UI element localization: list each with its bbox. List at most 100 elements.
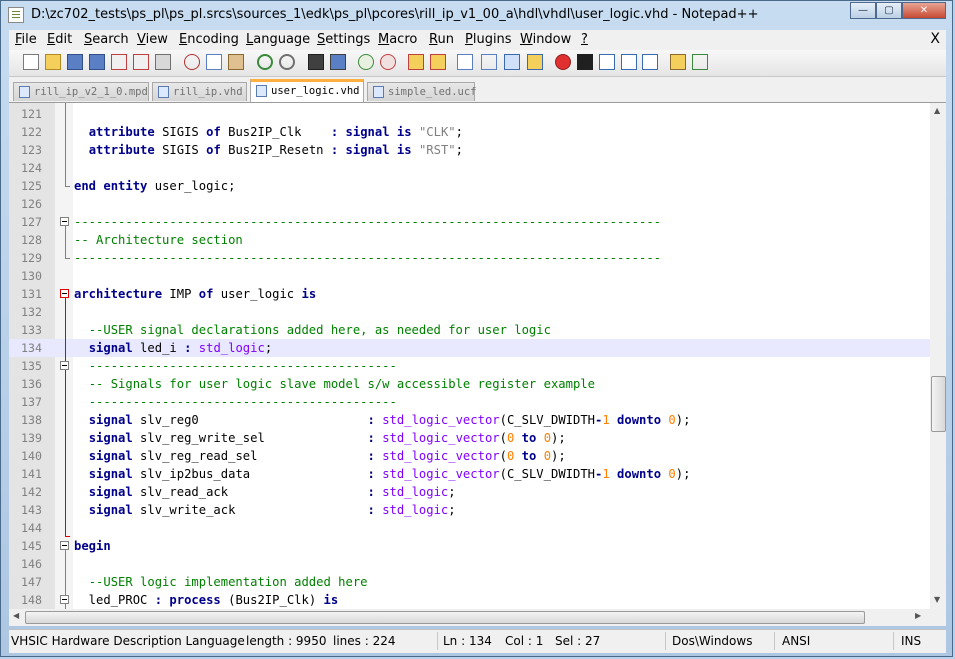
- menu-encoding[interactable]: Encoding: [179, 32, 239, 47]
- code-text[interactable]: -- Architecture section: [74, 231, 243, 249]
- code-line[interactable]: 141 signal slv_ip2bus_data : std_logic_v…: [9, 465, 930, 483]
- open-file-icon[interactable]: [45, 54, 61, 70]
- fold-toggle-icon[interactable]: [60, 217, 69, 226]
- sync-v-icon[interactable]: [408, 54, 424, 70]
- code-text[interactable]: -- Signals for user logic slave model s/…: [74, 375, 595, 393]
- code-line[interactable]: 146: [9, 555, 930, 573]
- code-line[interactable]: 145 begin: [9, 537, 930, 555]
- code-text[interactable]: led_PROC : process (Bus2IP_Clk) is: [74, 591, 339, 609]
- code-text[interactable]: ----------------------------------------…: [74, 393, 397, 411]
- sync-h-icon[interactable]: [430, 54, 446, 70]
- tab-rill-ip-mpd[interactable]: rill_ip_v2_1_0.mpd: [13, 82, 149, 101]
- word-wrap-icon[interactable]: [457, 54, 473, 70]
- fold-toggle-icon[interactable]: [60, 541, 69, 550]
- zoom-out-icon[interactable]: [380, 54, 396, 70]
- run-macro-multiple-icon[interactable]: [621, 54, 637, 70]
- code-line[interactable]: 136 -- Signals for user logic slave mode…: [9, 375, 930, 393]
- code-text[interactable]: --USER signal declarations added here, a…: [74, 321, 551, 339]
- fold-toggle-icon[interactable]: [60, 595, 69, 604]
- tab-user-logic-vhd[interactable]: user_logic.vhd: [250, 79, 364, 102]
- menu-language[interactable]: Language: [246, 32, 310, 47]
- print-icon[interactable]: [155, 54, 171, 70]
- status-insert-mode[interactable]: INS: [901, 634, 921, 648]
- save-icon[interactable]: [67, 54, 83, 70]
- close-all-icon[interactable]: [133, 54, 149, 70]
- code-text[interactable]: ----------------------------------------…: [74, 357, 397, 375]
- fold-toggle-icon[interactable]: [60, 289, 69, 298]
- code-line[interactable]: 127 -------------------------------------…: [9, 213, 930, 231]
- code-line[interactable]: 137 ------------------------------------…: [9, 393, 930, 411]
- code-text[interactable]: attribute SIGIS of Bus2IP_Resetn : signa…: [74, 141, 463, 159]
- indent-guide-icon[interactable]: [504, 54, 520, 70]
- code-text[interactable]: signal slv_reg_read_sel : std_logic_vect…: [74, 447, 566, 465]
- paste-icon[interactable]: [228, 54, 244, 70]
- code-text[interactable]: signal slv_reg0 : std_logic_vector(C_SLV…: [74, 411, 691, 429]
- close-icon[interactable]: [111, 54, 127, 70]
- scroll-down-arrow-icon[interactable]: ▼: [934, 595, 940, 604]
- user-lang-icon[interactable]: [527, 54, 543, 70]
- save-all-icon[interactable]: [89, 54, 105, 70]
- code-editor[interactable]: 121 122 attribute SIGIS of Bus2IP_Clk : s…: [9, 103, 930, 609]
- code-line[interactable]: 148 led_PROC : process (Bus2IP_Clk) is: [9, 591, 930, 609]
- cut-icon[interactable]: [184, 54, 200, 70]
- code-line[interactable]: 143 signal slv_write_ack : std_logic;: [9, 501, 930, 519]
- vertical-scrollbar[interactable]: ▲ ▼: [930, 103, 946, 609]
- zoom-in-icon[interactable]: [358, 54, 374, 70]
- code-line[interactable]: 123 attribute SIGIS of Bus2IP_Resetn : s…: [9, 141, 930, 159]
- code-line[interactable]: 142 signal slv_read_ack : std_logic;: [9, 483, 930, 501]
- code-line[interactable]: 147 --USER logic implementation added he…: [9, 573, 930, 591]
- code-text[interactable]: ----------------------------------------…: [74, 213, 661, 231]
- menu-edit[interactable]: Edit: [47, 32, 72, 47]
- horizontal-scrollbar[interactable]: ◀ ▶: [9, 609, 930, 626]
- copy-icon[interactable]: [206, 54, 222, 70]
- code-line[interactable]: 135 ------------------------------------…: [9, 357, 930, 375]
- close-window-button[interactable]: ✕: [902, 2, 946, 19]
- save-macro-icon[interactable]: [642, 54, 658, 70]
- new-file-icon[interactable]: [23, 54, 39, 70]
- tab-rill-ip-vhd[interactable]: rill_ip.vhd: [152, 82, 247, 101]
- code-line[interactable]: 134 signal led_i : std_logic;: [9, 339, 930, 357]
- code-text[interactable]: ----------------------------------------…: [74, 249, 661, 267]
- code-line[interactable]: 125 end entity user_logic;: [9, 177, 930, 195]
- code-text[interactable]: attribute SIGIS of Bus2IP_Clk : signal i…: [74, 123, 463, 141]
- play-macro-icon[interactable]: [599, 54, 615, 70]
- code-line[interactable]: 140 signal slv_reg_read_sel : std_logic_…: [9, 447, 930, 465]
- scroll-right-arrow-icon[interactable]: ▶: [915, 611, 921, 620]
- code-text[interactable]: signal led_i : std_logic;: [74, 339, 272, 357]
- fold-toggle-icon[interactable]: [60, 361, 69, 370]
- menu-view[interactable]: View: [137, 32, 168, 47]
- code-line[interactable]: 139 signal slv_reg_write_sel : std_logic…: [9, 429, 930, 447]
- find-icon[interactable]: [308, 54, 324, 70]
- redo-icon[interactable]: [279, 54, 295, 70]
- code-text[interactable]: --USER logic implementation added here: [74, 573, 368, 591]
- menu-file[interactable]: File: [15, 32, 37, 47]
- stop-record-icon[interactable]: [577, 54, 593, 70]
- status-encoding[interactable]: ANSI: [782, 634, 810, 648]
- undo-icon[interactable]: [257, 54, 273, 70]
- menu-search[interactable]: Search: [84, 32, 129, 47]
- code-line[interactable]: 131 architecture IMP of user_logic is: [9, 285, 930, 303]
- scroll-left-arrow-icon[interactable]: ◀: [13, 611, 19, 620]
- code-text[interactable]: signal slv_write_ack : std_logic;: [74, 501, 456, 519]
- spell-check-icon[interactable]: [692, 54, 708, 70]
- replace-icon[interactable]: [330, 54, 346, 70]
- record-macro-icon[interactable]: [555, 54, 571, 70]
- notepad-app-icon[interactable]: [8, 7, 24, 23]
- scroll-up-arrow-icon[interactable]: ▲: [934, 106, 940, 115]
- code-line[interactable]: 138 signal slv_reg0 : std_logic_vector(C…: [9, 411, 930, 429]
- menu-run[interactable]: Run: [429, 32, 454, 47]
- code-text[interactable]: end entity user_logic;: [74, 177, 235, 195]
- status-eol[interactable]: Dos\Windows: [672, 634, 752, 648]
- code-text[interactable]: architecture IMP of user_logic is: [74, 285, 316, 303]
- code-line[interactable]: 121: [9, 105, 930, 123]
- menu-macro[interactable]: Macro: [378, 32, 417, 47]
- menu-window[interactable]: Window: [520, 32, 571, 47]
- menu-settings[interactable]: Settings: [317, 32, 370, 47]
- code-line[interactable]: 122 attribute SIGIS of Bus2IP_Clk : sign…: [9, 123, 930, 141]
- code-text[interactable]: signal slv_reg_write_sel : std_logic_vec…: [74, 429, 566, 447]
- maximize-button[interactable]: ▢: [876, 2, 902, 19]
- code-text[interactable]: begin: [74, 537, 111, 555]
- menu-plugins[interactable]: Plugins: [465, 32, 512, 47]
- horizontal-scroll-thumb[interactable]: [25, 611, 865, 624]
- vertical-scroll-thumb[interactable]: [931, 376, 946, 432]
